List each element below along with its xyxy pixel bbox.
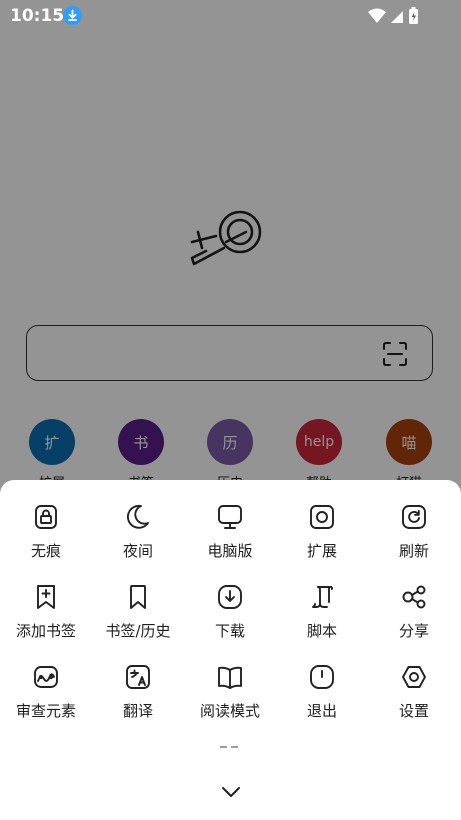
menu-item-share[interactable]: 分享 xyxy=(368,580,460,660)
script-icon xyxy=(307,582,337,612)
menu-item-desktop-mode[interactable]: 电脑版 xyxy=(184,500,276,580)
menu-item-refresh[interactable]: 刷新 xyxy=(368,500,460,580)
download-notification-icon xyxy=(63,6,82,25)
menu-item-exit[interactable]: 退出 xyxy=(276,660,368,740)
menu-item-label: 审查元素 xyxy=(15,702,76,720)
menu-item-incognito[interactable]: 无痕 xyxy=(0,500,92,580)
browser-menu-sheet: 无痕 夜间 电脑版 扩展 刷新 添加书签 书签/历史 下载 脚本 分享 审查元素… xyxy=(0,480,461,820)
menu-item-label: 夜间 xyxy=(122,542,153,560)
translate-icon xyxy=(123,662,153,692)
menu-item-reader-mode[interactable]: 阅读模式 xyxy=(184,660,276,740)
menu-item-label: 电脑版 xyxy=(207,542,253,560)
menu-item-label: 扩展 xyxy=(306,542,337,560)
download-icon xyxy=(215,582,245,612)
book-icon xyxy=(215,662,245,692)
menu-item-label: 分享 xyxy=(398,622,429,640)
page-indicator xyxy=(220,746,240,750)
menu-item-bookmarks-history[interactable]: 书签/历史 xyxy=(92,580,184,660)
menu-item-label: 退出 xyxy=(306,702,337,720)
bookmark-add-icon xyxy=(31,582,61,612)
chevron-down-icon[interactable] xyxy=(216,780,246,804)
menu-item-scripts[interactable]: 脚本 xyxy=(276,580,368,660)
menu-grid: 无痕 夜间 电脑版 扩展 刷新 添加书签 书签/历史 下载 脚本 分享 审查元素… xyxy=(0,500,461,740)
menu-item-label: 脚本 xyxy=(306,622,337,640)
power-icon xyxy=(307,662,337,692)
moon-icon xyxy=(123,502,153,532)
menu-item-label: 添加书签 xyxy=(15,622,76,640)
menu-item-label: 无痕 xyxy=(30,542,61,560)
status-time: 10:15 xyxy=(10,6,65,26)
menu-item-label: 设置 xyxy=(398,702,429,720)
status-icons xyxy=(368,7,418,24)
bookmark-icon xyxy=(123,582,153,612)
extension-icon xyxy=(307,502,337,532)
menu-item-extensions[interactable]: 扩展 xyxy=(276,500,368,580)
menu-item-downloads[interactable]: 下载 xyxy=(184,580,276,660)
monitor-icon xyxy=(215,502,245,532)
menu-item-inspect-element[interactable]: 审查元素 xyxy=(0,660,92,740)
menu-item-label: 翻译 xyxy=(122,702,153,720)
settings-icon xyxy=(399,662,429,692)
menu-item-label: 刷新 xyxy=(398,542,429,560)
menu-item-label: 阅读模式 xyxy=(199,702,260,720)
lock-icon xyxy=(31,502,61,532)
signal-icon xyxy=(391,11,403,23)
inspect-icon xyxy=(31,662,61,692)
status-bar: 10:15 xyxy=(0,0,461,32)
wifi-icon xyxy=(368,8,386,23)
refresh-icon xyxy=(399,502,429,532)
menu-item-settings[interactable]: 设置 xyxy=(368,660,460,740)
menu-item-label: 下载 xyxy=(214,622,245,640)
menu-item-add-bookmark[interactable]: 添加书签 xyxy=(0,580,92,660)
menu-item-night-mode[interactable]: 夜间 xyxy=(92,500,184,580)
menu-item-translate[interactable]: 翻译 xyxy=(92,660,184,740)
share-icon xyxy=(399,582,429,612)
menu-item-label: 书签/历史 xyxy=(105,622,171,640)
